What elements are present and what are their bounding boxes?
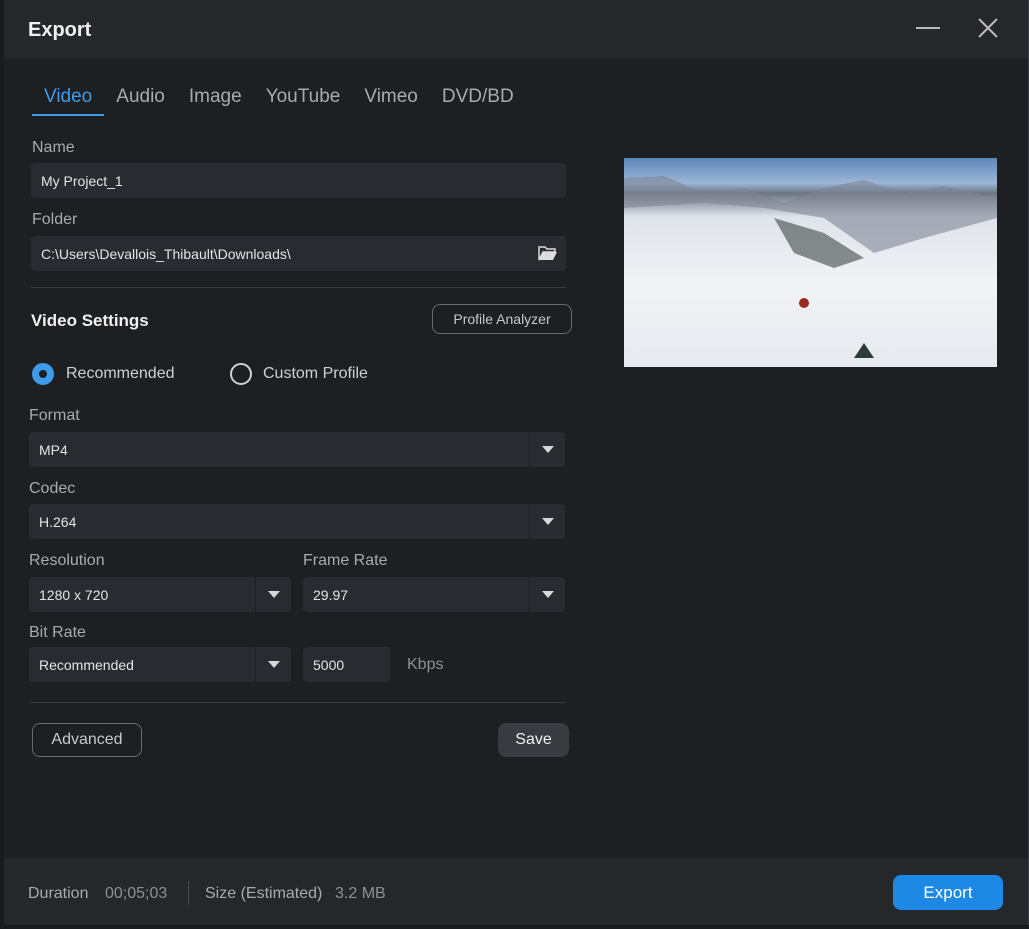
footer-divider [188, 881, 189, 905]
bit-rate-label: Bit Rate [29, 624, 86, 641]
video-settings-title: Video Settings [31, 311, 149, 330]
chevron-down-icon [267, 661, 280, 668]
format-value: MP4 [39, 441, 68, 458]
tab-image[interactable]: Image [177, 86, 254, 116]
divider [31, 702, 566, 703]
duration-label: Duration [28, 885, 89, 902]
size-label: Size (Estimated) [205, 885, 323, 902]
export-tabs: Video Audio Image YouTube Vimeo DVD/BD [32, 86, 526, 116]
preview-thumbnail-image [624, 176, 997, 358]
dialog-title: Export [28, 19, 92, 41]
close-icon [978, 18, 998, 38]
tab-dvd-bd[interactable]: DVD/BD [430, 86, 526, 116]
frame-rate-label: Frame Rate [303, 552, 388, 569]
profile-analyzer-button[interactable]: Profile Analyzer [432, 304, 572, 334]
export-dialog: Export Video Audio Image YouTube Vimeo D… [4, 0, 1029, 925]
format-label: Format [29, 407, 80, 424]
video-preview [624, 158, 997, 367]
name-input[interactable]: My Project_1 [31, 163, 566, 198]
folder-input[interactable]: C:\Users\Devallois_Thibault\Downloads\ [31, 236, 566, 271]
duration-value: 00;05;03 [105, 885, 168, 902]
tab-video[interactable]: Video [32, 86, 105, 116]
chevron-down-icon [267, 591, 280, 598]
resolution-value: 1280 x 720 [39, 586, 109, 603]
footer-bar: Duration 00;05;03 Size (Estimated) 3.2 M… [4, 858, 1028, 925]
title-bar: Export [4, 0, 1028, 59]
recommended-label[interactable]: Recommended [66, 365, 175, 383]
folder-label: Folder [32, 211, 78, 228]
bit-rate-dropdown[interactable]: Recommended [29, 647, 291, 682]
size-value: 3.2 MB [335, 885, 386, 902]
name-label: Name [32, 139, 75, 156]
codec-dropdown[interactable]: H.264 [29, 504, 565, 539]
recommended-radio[interactable] [32, 363, 54, 385]
bit-rate-input[interactable]: 5000 [303, 647, 390, 682]
custom-profile-radio[interactable] [230, 363, 252, 385]
tab-youtube[interactable]: YouTube [254, 86, 353, 116]
resolution-label: Resolution [29, 552, 105, 569]
format-dropdown[interactable]: MP4 [29, 432, 565, 467]
frame-rate-value: 29.97 [313, 586, 349, 603]
folder-path: C:\Users\Devallois_Thibault\Downloads\ [41, 245, 291, 262]
folder-open-icon[interactable] [538, 244, 558, 262]
resolution-dropdown[interactable]: 1280 x 720 [29, 577, 291, 612]
tab-vimeo[interactable]: Vimeo [352, 86, 430, 116]
codec-label: Codec [29, 480, 76, 497]
frame-rate-dropdown[interactable]: 29.97 [303, 577, 565, 612]
export-button[interactable]: Export [893, 875, 1003, 910]
custom-profile-label[interactable]: Custom Profile [263, 365, 368, 383]
close-button[interactable] [972, 14, 1004, 44]
codec-value: H.264 [39, 513, 77, 530]
chevron-down-icon [541, 591, 554, 598]
minimize-button[interactable] [912, 14, 944, 44]
save-button[interactable]: Save [498, 723, 569, 757]
bit-rate-unit: Kbps [407, 656, 444, 673]
minimize-icon [916, 27, 940, 29]
divider [31, 287, 566, 288]
advanced-button[interactable]: Advanced [32, 723, 142, 757]
chevron-down-icon [541, 518, 554, 525]
bit-rate-mode: Recommended [39, 656, 134, 673]
tab-audio[interactable]: Audio [104, 86, 177, 116]
chevron-down-icon [541, 446, 554, 453]
